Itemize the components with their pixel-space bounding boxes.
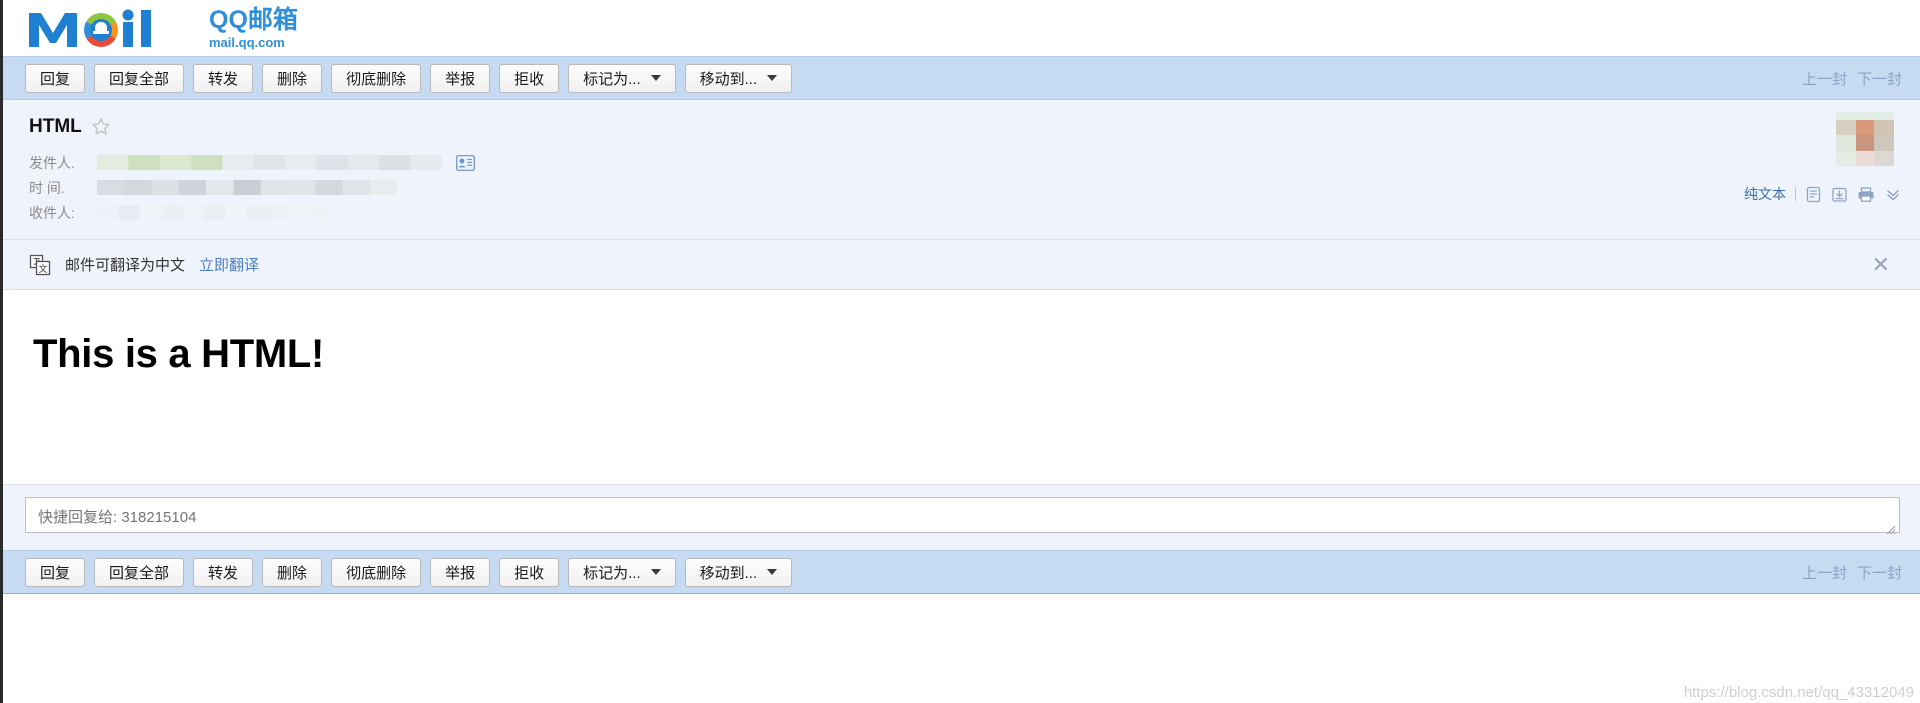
- qq-mail-reader-window: QQ邮箱 mail.qq.com 回复 回复全部 转发 删除 彻底删除 举报 拒收 标记为..…: [0, 0, 1920, 703]
- view-source-icon[interactable]: [1805, 186, 1822, 203]
- mail-body: This is a HTML!: [3, 290, 1920, 485]
- qqmail-logo-icon: [29, 9, 151, 47]
- top-toolbar: 回复 回复全部 转发 删除 彻底删除 举报 拒收 标记为... 移动到... 上一封 下一封: [3, 56, 1920, 100]
- date-row-label: 时 间.: [29, 179, 65, 196]
- translate-message: 邮件可翻译为中文: [65, 257, 186, 274]
- brand-header: QQ邮箱 mail.qq.com: [3, 0, 1920, 56]
- button-label: 举报: [445, 70, 476, 88]
- mark-as-dropdown-top[interactable]: 标记为...: [568, 63, 676, 93]
- delete-permanently-button-top[interactable]: 彻底删除: [331, 63, 422, 93]
- sender-row: 发件人.: [29, 150, 1920, 175]
- star-outline-icon[interactable]: [91, 117, 111, 137]
- button-label: 彻底删除: [346, 70, 407, 88]
- svg-text:文: 文: [38, 263, 47, 275]
- button-label: 拒收: [514, 564, 545, 582]
- delete-button-bottom[interactable]: 删除: [262, 557, 323, 587]
- button-label: 转发: [208, 564, 239, 582]
- button-label: 标记为...: [583, 564, 641, 582]
- delete-button-top[interactable]: 删除: [262, 63, 323, 93]
- close-icon[interactable]: ✕: [1872, 253, 1898, 276]
- forward-button-top[interactable]: 转发: [193, 63, 254, 93]
- translate-bar: 文 邮件可翻译为中文 立即翻译 ✕: [3, 240, 1920, 290]
- move-to-dropdown-top[interactable]: 移动到...: [684, 63, 793, 93]
- recipient-row-value-redacted: [97, 205, 332, 220]
- button-label: 回复: [40, 564, 71, 582]
- reply-all-button-top[interactable]: 回复全部: [94, 63, 185, 93]
- button-label: 回复全部: [109, 564, 170, 582]
- reject-button-bottom[interactable]: 拒收: [499, 557, 560, 587]
- quick-reply-input[interactable]: [25, 497, 1900, 533]
- quick-reply-area: [3, 485, 1920, 550]
- sender-row-label: 发件人.: [29, 154, 75, 171]
- translate-icon: 文: [29, 254, 51, 275]
- report-button-top[interactable]: 举报: [430, 63, 491, 93]
- qqmail-logo[interactable]: QQ邮箱 mail.qq.com: [25, 7, 298, 49]
- recipient-row: 收件人:: [29, 200, 1920, 225]
- watermark: https://blog.csdn.net/qq_43312049: [1683, 684, 1914, 701]
- next-mail-link-bottom[interactable]: 下一封: [1857, 562, 1902, 583]
- button-label: 移动到...: [699, 564, 758, 582]
- sender-row-value-redacted: [97, 155, 442, 170]
- chevron-down-icon: [767, 75, 778, 81]
- mail-meta-rows: 发件人. 时 间. 收件人:: [3, 150, 1920, 225]
- date-row: 时 间.: [29, 175, 1920, 200]
- mark-as-dropdown-bottom[interactable]: 标记为...: [568, 557, 676, 587]
- button-label: 删除: [277, 564, 308, 582]
- next-mail-link[interactable]: 下一封: [1857, 68, 1902, 89]
- top-nav-links: 上一封 下一封: [1802, 68, 1902, 89]
- recipient-row-label: 收件人:: [29, 204, 75, 221]
- save-to-icon[interactable]: [1831, 186, 1848, 203]
- button-label: 彻底删除: [346, 564, 407, 582]
- chevron-down-icon: [650, 75, 661, 81]
- button-label: 举报: [445, 564, 476, 582]
- button-label: 移动到...: [699, 70, 758, 88]
- mail-body-heading: This is a HTML!: [33, 332, 325, 376]
- page-title: HTML: [29, 116, 82, 137]
- expand-more-icon[interactable]: [1884, 186, 1902, 203]
- button-label: 删除: [277, 70, 308, 88]
- prev-mail-link-bottom[interactable]: 上一封: [1802, 562, 1847, 583]
- print-icon[interactable]: [1857, 186, 1875, 203]
- avatar: [1836, 112, 1894, 166]
- divider: [1795, 187, 1796, 201]
- button-label: 回复: [40, 70, 71, 88]
- reply-button-top[interactable]: 回复: [25, 63, 86, 93]
- forward-button-bottom[interactable]: 转发: [193, 557, 254, 587]
- bottom-nav-links: 上一封 下一封: [1802, 562, 1902, 583]
- mail-header-right: 纯文本: [1744, 112, 1902, 204]
- reply-all-button-bottom[interactable]: 回复全部: [94, 557, 185, 587]
- date-row-value-redacted: [97, 180, 397, 195]
- bottom-toolbar-buttons: 回复 回复全部 转发 删除 彻底删除 举报 拒收 标记为... 移动到...: [25, 557, 793, 587]
- report-button-bottom[interactable]: 举报: [430, 557, 491, 587]
- bottom-toolbar: 回复 回复全部 转发 删除 彻底删除 举报 拒收 标记为... 移动到... 上一封 下一封: [3, 550, 1920, 594]
- button-label: 标记为...: [583, 70, 641, 88]
- button-label: 拒收: [514, 70, 545, 88]
- button-label: 转发: [208, 70, 239, 88]
- reject-button-top[interactable]: 拒收: [499, 63, 560, 93]
- button-label: 回复全部: [109, 70, 170, 88]
- translate-now-link[interactable]: 立即翻译: [199, 254, 259, 275]
- move-to-dropdown-bottom[interactable]: 移动到...: [684, 557, 793, 587]
- mail-header-tools: 纯文本: [1744, 184, 1902, 204]
- subject-row: HTML: [3, 116, 1920, 138]
- brand-url: mail.qq.com: [209, 35, 285, 50]
- reply-button-bottom[interactable]: 回复: [25, 557, 86, 587]
- chevron-down-icon: [767, 569, 778, 575]
- contact-card-icon[interactable]: [456, 154, 475, 171]
- delete-permanently-button-bottom[interactable]: 彻底删除: [331, 557, 422, 587]
- chevron-down-icon: [650, 569, 661, 575]
- prev-mail-link[interactable]: 上一封: [1802, 68, 1847, 89]
- plain-text-link[interactable]: 纯文本: [1744, 184, 1786, 204]
- top-toolbar-buttons: 回复 回复全部 转发 删除 彻底删除 举报 拒收 标记为... 移动到...: [25, 63, 793, 93]
- mail-header: HTML 发件人. 时 间. 收件人: 纯文本: [3, 100, 1920, 240]
- brand-name: QQ邮箱: [209, 6, 298, 34]
